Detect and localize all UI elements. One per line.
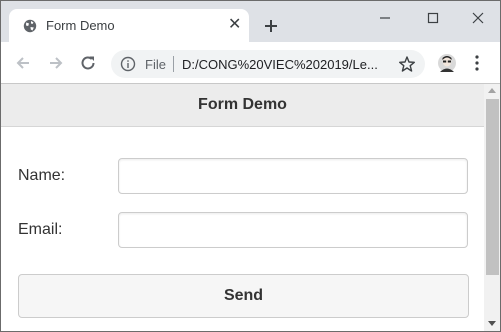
star-icon[interactable] (398, 55, 416, 73)
kebab-menu-icon[interactable] (475, 55, 479, 71)
avatar[interactable] (438, 54, 456, 72)
tab-close-button[interactable]: ✕ (228, 17, 241, 33)
reload-button[interactable] (79, 54, 97, 72)
email-label: Email: (18, 221, 63, 238)
name-label: Name: (18, 167, 66, 184)
tab-title: Form Demo (46, 18, 115, 33)
globe-icon (23, 19, 37, 33)
forward-button[interactable] (47, 54, 65, 72)
close-window-button[interactable] (467, 7, 489, 29)
omnibox-divider (173, 56, 174, 72)
name-field[interactable] (118, 158, 468, 194)
new-tab-button[interactable] (262, 17, 280, 35)
browser-window: Form Demo ✕ File D:/CONG%20VIEC%202019/L… (0, 0, 501, 332)
page-header: Form Demo (1, 84, 484, 127)
page-viewport: Form Demo Name: Email: Send (1, 84, 484, 331)
scroll-up-arrow-icon[interactable] (488, 88, 496, 93)
page-title: Form Demo (198, 96, 287, 113)
url-text[interactable]: D:/CONG%20VIEC%202019/Le... (182, 57, 378, 72)
maximize-button[interactable] (422, 7, 444, 29)
minimize-button[interactable] (374, 7, 396, 29)
info-icon[interactable] (120, 56, 136, 72)
vertical-scrollbar[interactable] (484, 84, 500, 331)
browser-toolbar: File D:/CONG%20VIEC%202019/Le... (1, 42, 500, 84)
scroll-thumb[interactable] (486, 99, 499, 275)
email-field[interactable] (118, 212, 468, 248)
address-bar[interactable]: File D:/CONG%20VIEC%202019/Le... (111, 50, 425, 78)
tab-strip: Form Demo ✕ (1, 1, 500, 42)
back-button[interactable] (14, 54, 32, 72)
scheme-label: File (145, 57, 166, 72)
tab-form-demo[interactable]: Form Demo ✕ (9, 9, 249, 42)
scroll-down-arrow-icon[interactable] (488, 321, 496, 326)
send-button[interactable]: Send (18, 274, 469, 318)
